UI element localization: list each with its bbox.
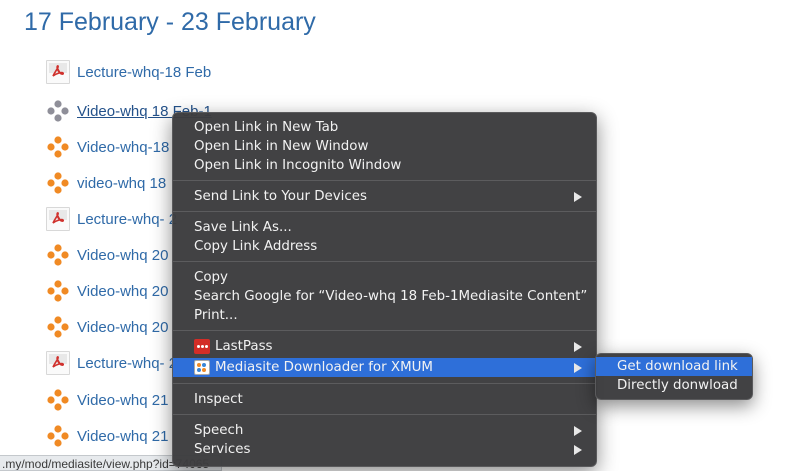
activity-item[interactable]: Video-whq 20 [46, 241, 168, 269]
lastpass-icon [194, 339, 210, 354]
activity-item[interactable]: video-whq 18 [46, 169, 166, 197]
menu-copy-link-address[interactable]: Copy Link Address [173, 237, 596, 256]
menu-open-incognito[interactable]: Open Link in Incognito Window [173, 156, 596, 175]
submenu-arrow-icon [574, 192, 582, 202]
submenu-arrow-icon [574, 363, 582, 373]
submenu-directly-download[interactable]: Directly donwload [596, 376, 752, 395]
menu-separator [173, 211, 596, 212]
section-title: 17 February - 23 February [24, 8, 316, 36]
activity-item[interactable]: Video-whq-18 [46, 133, 169, 161]
mediasite-submenu: Get download link Directly donwload [595, 353, 753, 400]
mediasite-icon [46, 99, 70, 123]
mediasite-icon [46, 243, 70, 267]
menu-print[interactable]: Print... [173, 306, 596, 325]
activity-item[interactable]: Video-whq 21 [46, 386, 168, 414]
activity-item[interactable]: Video-whq 21 [46, 422, 168, 450]
menu-speech[interactable]: Speech [173, 421, 596, 440]
pdf-icon [46, 351, 70, 375]
activity-link[interactable]: Video-whq 20 [77, 247, 168, 264]
menu-services[interactable]: Services [173, 440, 596, 459]
mediasite-downloader-icon [194, 360, 210, 375]
menu-separator [173, 414, 596, 415]
activity-link[interactable]: Lecture-whq- 2 [77, 355, 177, 372]
context-menu: Open Link in New Tab Open Link in New Wi… [172, 112, 597, 467]
menu-separator [173, 330, 596, 331]
activity-item[interactable]: Video-whq 20 [46, 313, 168, 341]
menu-search-google[interactable]: Search Google for “Video-whq 18 Feb-1Med… [173, 287, 596, 306]
menu-separator [173, 180, 596, 181]
mediasite-icon [46, 424, 70, 448]
activity-link[interactable]: Lecture-whq- 2 [77, 211, 177, 228]
activity-item[interactable]: Video-whq 20 [46, 277, 168, 305]
menu-label: Mediasite Downloader for XMUM [215, 360, 433, 375]
activity-item[interactable]: Lecture-whq- 2 [46, 349, 177, 377]
menu-label: LastPass [215, 339, 273, 354]
submenu-arrow-icon [574, 445, 582, 455]
menu-inspect[interactable]: Inspect [173, 390, 596, 409]
pdf-icon [46, 207, 70, 231]
activity-link[interactable]: Video-whq 20 [77, 283, 168, 300]
menu-label: Speech [194, 423, 244, 438]
submenu-arrow-icon [574, 342, 582, 352]
mediasite-icon [46, 135, 70, 159]
menu-lastpass[interactable]: LastPass [173, 337, 596, 356]
activity-link[interactable]: Video-whq 21 [77, 392, 168, 409]
activity-link[interactable]: Video-whq 20 [77, 319, 168, 336]
menu-copy[interactable]: Copy [173, 268, 596, 287]
menu-separator [173, 383, 596, 384]
mediasite-icon [46, 388, 70, 412]
menu-send-to-devices[interactable]: Send Link to Your Devices [173, 187, 596, 206]
activity-item[interactable]: Lecture-whq-18 Feb [46, 58, 211, 86]
menu-label: Services [194, 442, 251, 457]
activity-link[interactable]: Lecture-whq-18 Feb [77, 64, 211, 81]
activity-link[interactable]: Video-whq-18 [77, 139, 169, 156]
mediasite-icon [46, 171, 70, 195]
menu-open-new-window[interactable]: Open Link in New Window [173, 137, 596, 156]
menu-open-new-tab[interactable]: Open Link in New Tab [173, 118, 596, 137]
activity-item[interactable]: Lecture-whq- 2 [46, 205, 177, 233]
mediasite-icon [46, 279, 70, 303]
activity-link[interactable]: Video-whq 21 [77, 428, 168, 445]
submenu-arrow-icon [574, 426, 582, 436]
menu-label: Send Link to Your Devices [194, 189, 367, 204]
mediasite-icon [46, 315, 70, 339]
pdf-icon [46, 60, 70, 84]
menu-separator [173, 261, 596, 262]
submenu-get-download-link[interactable]: Get download link [596, 357, 752, 376]
menu-mediasite-downloader[interactable]: Mediasite Downloader for XMUM [173, 358, 596, 377]
activity-link[interactable]: video-whq 18 [77, 175, 166, 192]
menu-save-link-as[interactable]: Save Link As... [173, 218, 596, 237]
